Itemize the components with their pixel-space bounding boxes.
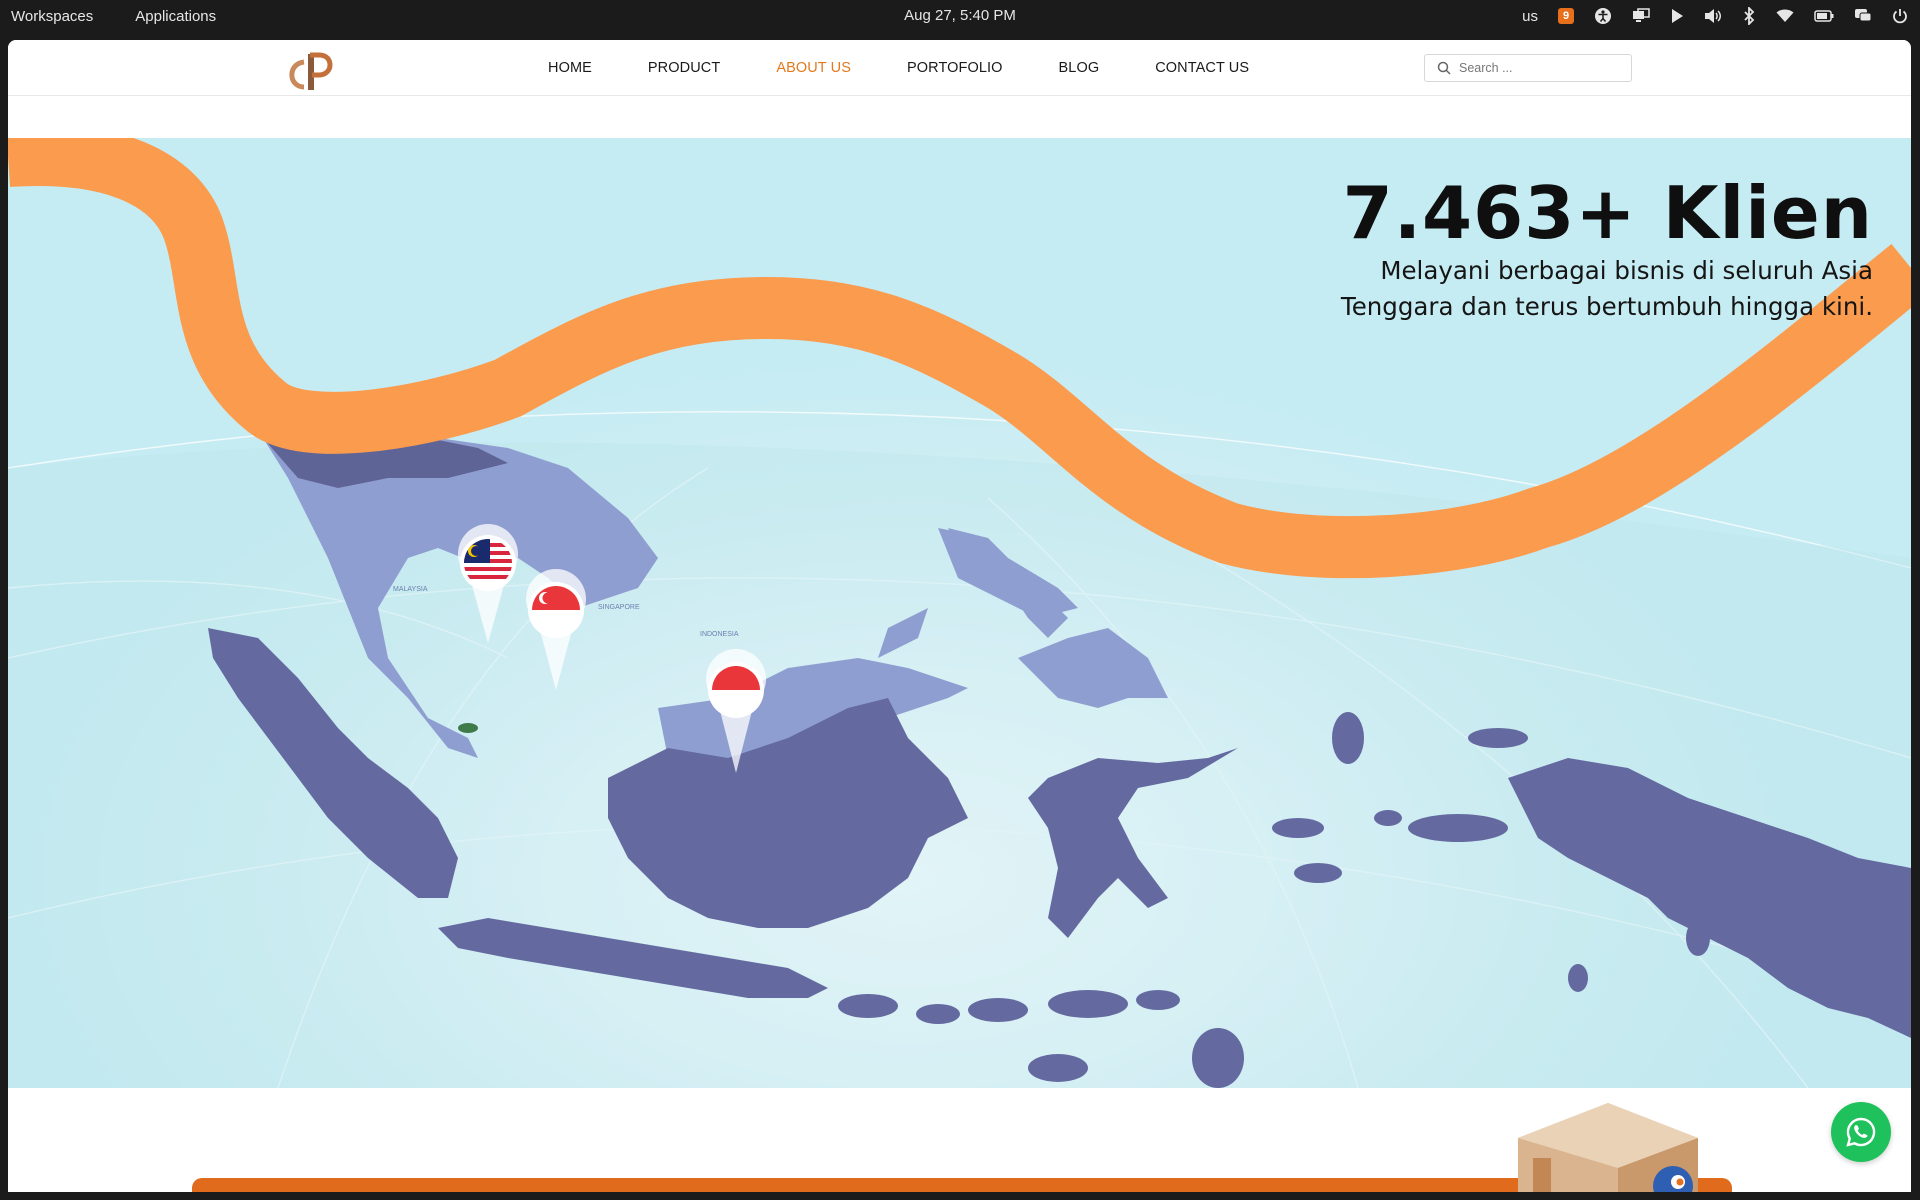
site-logo[interactable] — [286, 48, 340, 92]
search-icon — [1437, 61, 1451, 75]
search-box — [1424, 54, 1632, 82]
volume-icon[interactable] — [1704, 8, 1722, 24]
nav-portofolio[interactable]: PORTOFOLIO — [907, 60, 1003, 76]
main-nav: HOME PRODUCT ABOUT US PORTOFOLIO BLOG CO… — [548, 40, 1305, 96]
battery-icon[interactable] — [1814, 10, 1834, 22]
accessibility-icon[interactable] — [1594, 7, 1612, 25]
hero-section: MALAYSIA SINGAPORE INDONESIA 7.463+ Klie… — [8, 138, 1911, 1088]
label-indonesia: INDONESIA — [700, 631, 739, 638]
nav-about-us[interactable]: ABOUT US — [776, 60, 851, 76]
power-icon[interactable] — [1892, 8, 1908, 24]
wifi-icon[interactable] — [1776, 9, 1794, 23]
hero-subtitle-line-2: Tenggara dan terus bertumbuh hingga kini… — [1340, 292, 1873, 322]
nav-product[interactable]: PRODUCT — [648, 60, 720, 76]
browser-window: HOME PRODUCT ABOUT US PORTOFOLIO BLOG CO… — [8, 40, 1911, 1192]
site-header: HOME PRODUCT ABOUT US PORTOFOLIO BLOG CO… — [8, 40, 1911, 96]
workspaces-menu[interactable]: Workspaces — [11, 8, 93, 25]
search-input[interactable] — [1459, 61, 1619, 75]
label-malaysia: MALAYSIA — [393, 586, 428, 593]
hero-text-block: 7.463+ Klien Melayani berbagai bisnis di… — [1341, 171, 1873, 325]
box-illustration — [1518, 1103, 1698, 1192]
applications-menu[interactable]: Applications — [135, 8, 216, 25]
hero-subtitle: Melayani berbagai bisnis di seluruh Asia… — [1341, 253, 1873, 325]
nav-contact-us[interactable]: CONTACT US — [1155, 60, 1249, 76]
os-top-bar: Workspaces Applications Aug 27, 5:40 PM … — [0, 0, 1920, 32]
display-icon[interactable] — [1632, 8, 1650, 24]
whatsapp-chat-button[interactable] — [1831, 1102, 1891, 1162]
lower-section — [8, 1088, 1911, 1192]
bluetooth-icon[interactable] — [1742, 7, 1756, 25]
whatsapp-icon — [1846, 1117, 1876, 1147]
hero-subtitle-line-1: Melayani berbagai bisnis di seluruh Asia — [1380, 256, 1873, 286]
nav-home[interactable]: HOME — [548, 60, 592, 76]
media-play-icon[interactable] — [1670, 8, 1684, 24]
hero-title: 7.463+ Klien — [1342, 171, 1873, 255]
notification-badge[interactable]: 9 — [1558, 8, 1574, 24]
nav-blog[interactable]: BLOG — [1059, 60, 1100, 76]
keyboard-layout-indicator[interactable]: us — [1522, 8, 1538, 25]
chat-icon[interactable] — [1854, 8, 1872, 24]
label-singapore: SINGAPORE — [598, 604, 640, 611]
